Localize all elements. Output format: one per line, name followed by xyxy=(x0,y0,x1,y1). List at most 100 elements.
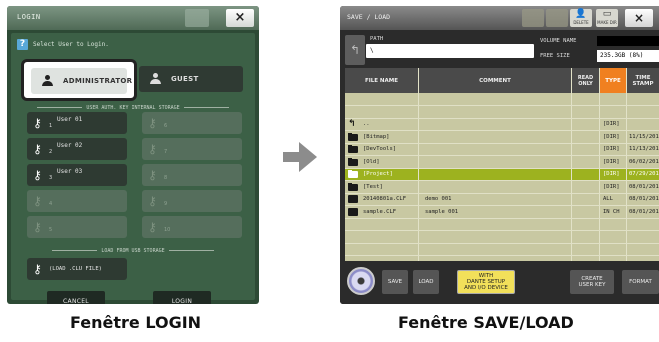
parent-dir-button[interactable]: ↰ xyxy=(345,35,365,65)
grid-row-line xyxy=(345,205,659,206)
guest-button[interactable]: GUEST xyxy=(139,66,243,92)
file-icon xyxy=(348,207,358,216)
comment-cell xyxy=(425,143,565,155)
folder-icon xyxy=(348,132,358,141)
delete-button[interactable]: 👤 DELETE xyxy=(570,9,592,27)
file-row[interactable]: [DevTools] [DIR] 11/13/2013 xyxy=(345,143,659,155)
file-name-header[interactable]: FILE NAME xyxy=(345,68,418,93)
up-dir-icon: ↰ xyxy=(348,119,356,129)
slot-number: 6 xyxy=(164,123,168,129)
path-field[interactable]: \ xyxy=(366,44,534,58)
type-cell: [DIR] xyxy=(603,171,620,177)
file-name-cell: sample.CLF xyxy=(363,208,397,215)
grid-row-line xyxy=(345,105,659,106)
type-cell: IN CH xyxy=(603,208,620,215)
administrator-label: ADMINISTRATOR xyxy=(63,77,133,85)
user-key-slot-10[interactable]: ⚷ 10 xyxy=(142,216,242,238)
user-key-slot-4[interactable]: ⚷ 4 xyxy=(27,190,127,212)
folder-icon: ▭ xyxy=(602,9,612,19)
toolbar-dim-button-2[interactable] xyxy=(546,9,568,27)
key-icon: ⚷ xyxy=(33,168,42,182)
comment-cell xyxy=(425,118,565,130)
format-button[interactable]: FORMAT xyxy=(622,270,659,294)
date-cell xyxy=(629,118,659,130)
login-body: ? Select User to Login. ADMINISTRATOR GU… xyxy=(11,33,255,304)
file-row[interactable]: sample.CLF sample 001 IN CH 08/01/2014 xyxy=(345,206,659,218)
file-row[interactable]: [Project] [DIR] 07/29/2014 xyxy=(345,168,659,180)
comment-header[interactable]: COMMENT xyxy=(419,68,571,93)
user-key-slot-6[interactable]: ⚷ 6 xyxy=(142,112,242,134)
file-name-cell: [Test] xyxy=(363,183,383,190)
toolbar-dim-button-1[interactable] xyxy=(522,9,544,27)
login-close-button[interactable]: × xyxy=(226,9,254,27)
saveload-caption: Fenêtre SAVE/LOAD xyxy=(398,313,574,332)
saveload-close-button[interactable]: × xyxy=(625,9,653,27)
comment-cell: sample 001 xyxy=(425,208,459,215)
make-dir-label: MAKE DIR xyxy=(597,20,617,25)
free-size-label: FREE SIZE xyxy=(540,53,570,59)
date-cell: 08/01/2014 xyxy=(629,196,659,202)
file-icon xyxy=(348,195,358,203)
slot-number: 3 xyxy=(49,175,53,181)
user-key-slot-5[interactable]: ⚷ 5 xyxy=(27,216,127,238)
file-row[interactable]: [Test] [DIR] 08/01/2014 xyxy=(345,181,659,193)
create-user-key-button[interactable]: CREATE USER KEY xyxy=(570,270,614,294)
guest-label: GUEST xyxy=(171,75,199,83)
folder-icon xyxy=(348,145,358,153)
file-row[interactable]: ↰.. [DIR] xyxy=(345,118,659,130)
administrator-button[interactable]: ADMINISTRATOR xyxy=(31,68,132,94)
with-dante-setup-toggle[interactable]: WITH DANTE SETUP AND I/O DEVICE xyxy=(457,270,515,294)
user-key-slot-7[interactable]: ⚷ 7 xyxy=(142,138,242,160)
slot-number: 10 xyxy=(164,227,171,233)
file-row[interactable]: 20140801a.CLF demo 001 ALL 08/01/2014 xyxy=(345,193,659,205)
slot-user-name: User 01 xyxy=(57,116,83,123)
key-icon: ⚷ xyxy=(33,194,42,208)
read-only-header[interactable]: READ ONLY xyxy=(572,68,599,93)
user-key-slot-9[interactable]: ⚷ 9 xyxy=(142,190,242,212)
date-cell: 06/02/2014 xyxy=(629,158,659,165)
saveload-title: SAVE / LOAD xyxy=(347,13,391,21)
key-icon: ⚷ xyxy=(148,142,157,156)
saveload-bottom-bar: SAVE LOAD WITH DANTE SETUP AND I/O DEVICE … xyxy=(340,262,659,304)
slot-number: 1 xyxy=(49,123,53,129)
grid-column-line xyxy=(571,68,572,261)
type-header[interactable]: TYPE xyxy=(600,68,626,93)
slot-number: 4 xyxy=(49,201,53,207)
date-cell: 11/15/2013 xyxy=(629,133,659,140)
dante-line-3: AND I/O DEVICE xyxy=(464,285,508,291)
comment-cell xyxy=(425,156,565,168)
file-list[interactable]: FILE NAME COMMENT READ ONLY TYPE TIME ST… xyxy=(345,68,659,261)
type-cell: [DIR] xyxy=(603,133,620,140)
user-key-slot-2[interactable]: ⚷ 2 User 02 xyxy=(27,138,127,160)
grid-row-line xyxy=(345,217,659,219)
date-cell: 08/01/2014 xyxy=(629,183,659,190)
key-icon: ⚷ xyxy=(148,194,157,208)
login-prompt: Select User to Login. xyxy=(33,41,109,48)
user-key-slot-3[interactable]: ⚷ 3 User 03 xyxy=(27,164,127,186)
grid-column-line xyxy=(418,68,419,261)
user-key-slot-1[interactable]: ⚷ 1 User 01 xyxy=(27,112,127,134)
path-label: PATH xyxy=(370,36,384,42)
file-row[interactable]: [Old] [DIR] 06/02/2014 xyxy=(345,156,659,168)
key-icon: ⚷ xyxy=(33,262,42,276)
internal-storage-label: USER AUTH. KEY INTERNAL STORAGE xyxy=(23,105,243,111)
up-arrow-icon: ↰ xyxy=(349,43,361,57)
user-icon xyxy=(150,73,161,84)
slot-user-name: User 03 xyxy=(57,168,83,175)
grid-column-line xyxy=(599,68,600,261)
user-icon xyxy=(42,75,53,86)
time-stamp-header[interactable]: TIME STAMP xyxy=(627,68,659,93)
make-dir-button[interactable]: ▭ MAKE DIR xyxy=(596,9,618,27)
file-row[interactable]: [Bitmap] [DIR] 11/15/2013 xyxy=(345,131,659,143)
save-button[interactable]: SAVE xyxy=(382,270,408,294)
cancel-button[interactable]: CANCEL xyxy=(47,291,105,304)
delete-icon: 👤 xyxy=(575,9,587,19)
login-button[interactable]: LOGIN xyxy=(153,291,211,304)
file-name-cell: 20140801a.CLF xyxy=(363,196,407,202)
usb-storage-label: LOAD FROM USB STORAGE xyxy=(23,248,243,254)
volume-name-label: VOLUME NAME xyxy=(540,38,577,44)
user-key-slot-8[interactable]: ⚷ 8 xyxy=(142,164,242,186)
load-button[interactable]: LOAD xyxy=(413,270,439,294)
load-clu-file-button[interactable]: ⚷ (LOAD .CLU FILE) xyxy=(27,258,127,280)
key-icon: ⚷ xyxy=(33,142,42,156)
